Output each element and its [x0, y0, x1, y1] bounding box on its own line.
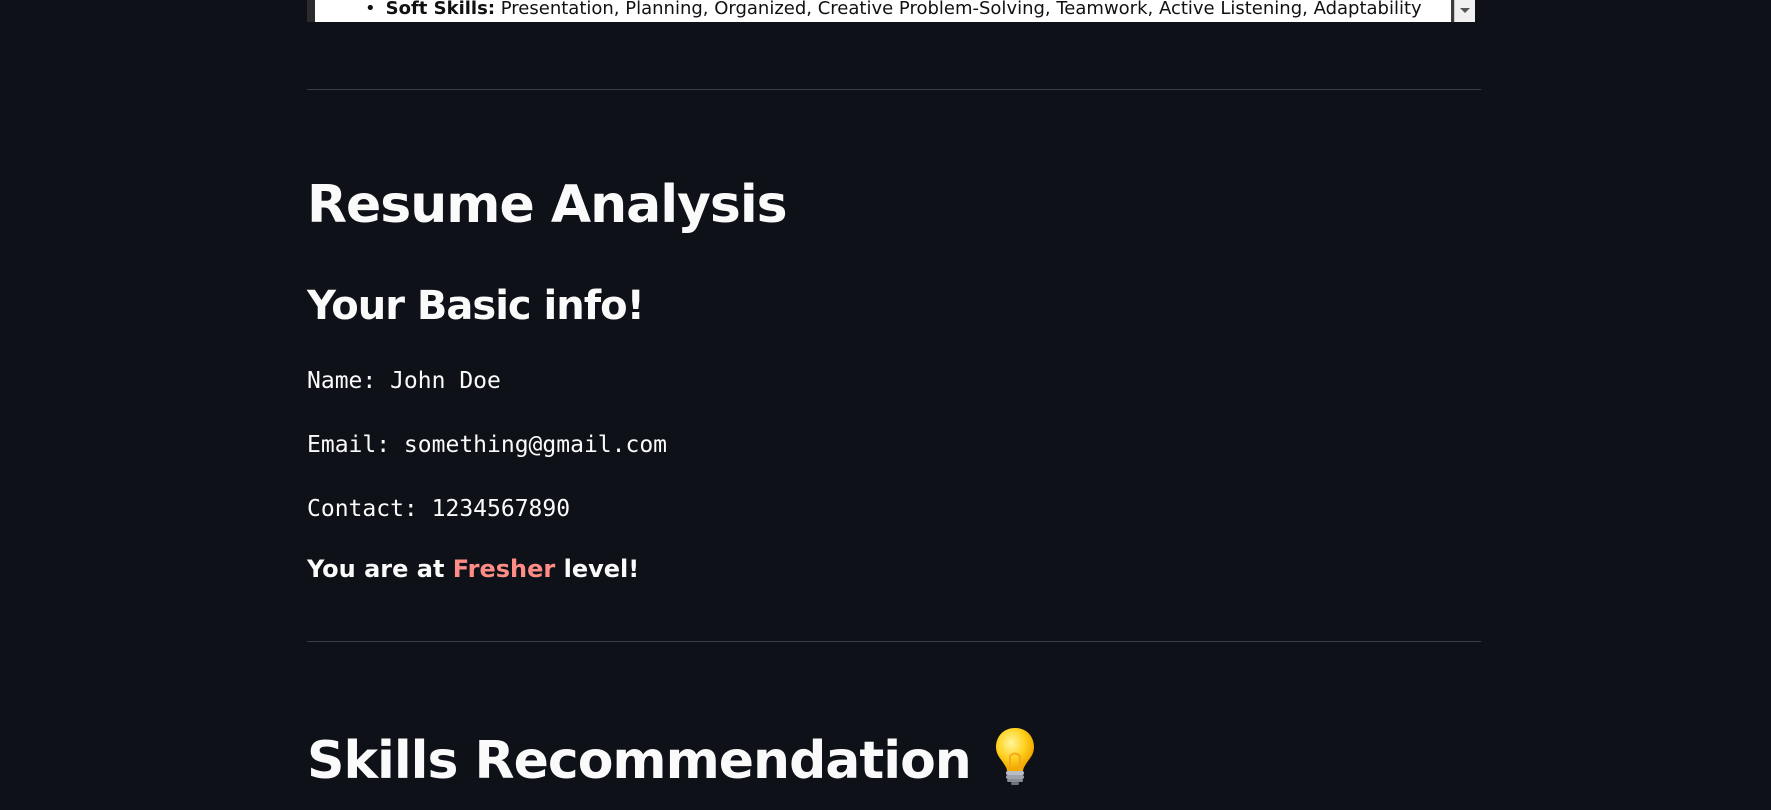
- level-value: Fresher: [452, 555, 556, 583]
- pdf-viewer[interactable]: • Soft Skills: Presentation, Planning, Or…: [307, 0, 1475, 22]
- experience-level: You are at Fresher level!: [307, 555, 639, 583]
- app-page: • Soft Skills: Presentation, Planning, Or…: [0, 0, 1771, 810]
- pdf-left-border: [307, 0, 315, 22]
- soft-skills-label: Soft Skills:: [385, 0, 496, 19]
- skills-title-text: Skills Recommendation: [307, 731, 972, 791]
- pdf-soft-skills-line: • Soft Skills: Presentation, Planning, Or…: [365, 0, 1422, 19]
- email-line: Email: something@gmail.com: [307, 432, 668, 458]
- soft-skills-text: Presentation, Planning, Organized, Creat…: [500, 0, 1422, 19]
- pdf-scrollbar[interactable]: [1454, 0, 1475, 22]
- divider: [307, 641, 1481, 642]
- contact-line: Contact: 1234567890: [307, 496, 571, 522]
- level-suffix: level!: [555, 555, 640, 583]
- bullet-icon: •: [365, 0, 376, 19]
- name-line: Name: John Doe: [307, 368, 501, 394]
- lightbulb-icon: [993, 726, 1037, 786]
- level-prefix: You are at: [307, 555, 453, 583]
- skills-recommendation-title: Skills Recommendation: [307, 726, 1037, 791]
- divider: [307, 89, 1481, 90]
- scroll-down-icon[interactable]: [1460, 8, 1470, 13]
- basic-info-heading: Your Basic info!: [307, 283, 645, 329]
- resume-analysis-title: Resume Analysis: [307, 175, 788, 235]
- pdf-page: • Soft Skills: Presentation, Planning, Or…: [315, 0, 1451, 22]
